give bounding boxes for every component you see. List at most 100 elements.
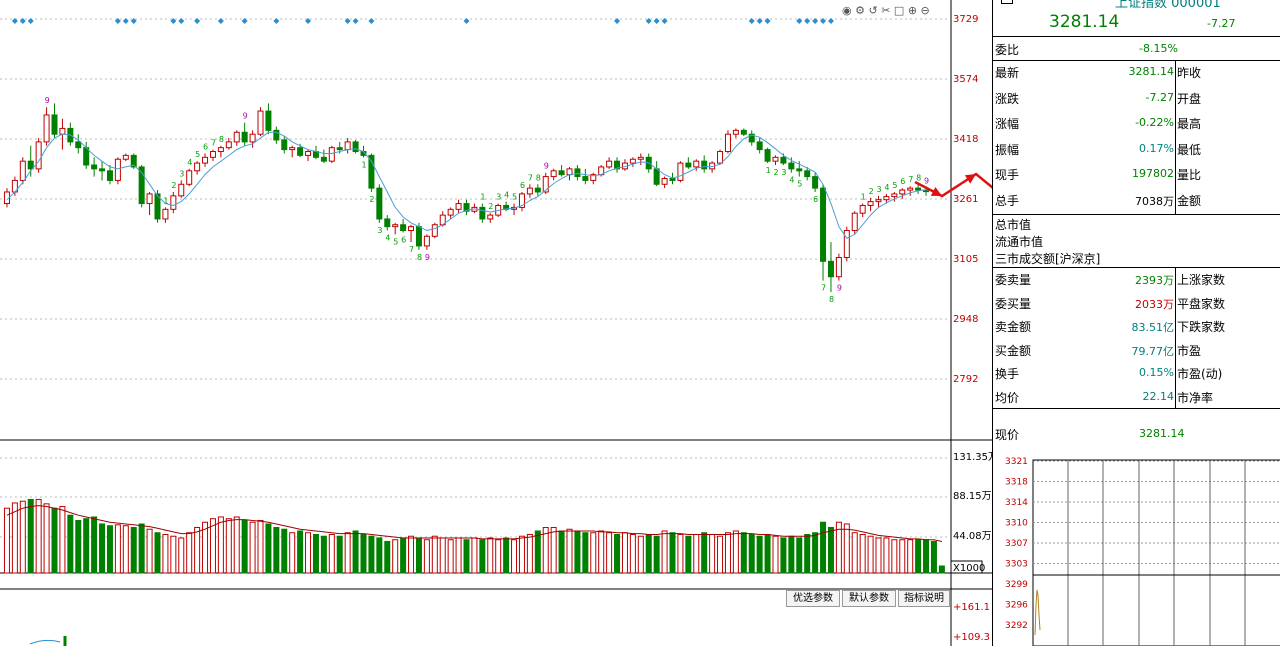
candle-body <box>384 218 391 228</box>
settings-icon[interactable]: ⚙ <box>855 4 865 17</box>
eye-icon[interactable]: ◉ <box>842 4 852 17</box>
volume-bar <box>257 519 264 574</box>
td-count-label: 9 <box>45 96 50 105</box>
quote2-value: 83.51亿 <box>1131 321 1175 334</box>
td-count-label: 3 <box>877 185 882 194</box>
volume-bar <box>265 523 272 574</box>
volume-bar <box>709 533 716 574</box>
quote-value: 197802 <box>1132 167 1174 180</box>
td-count-label: 2 <box>369 195 374 204</box>
volume-bar <box>724 532 731 574</box>
td-count-label: 6 <box>520 181 525 190</box>
candle-body <box>447 208 454 216</box>
mini-tick-label: 3314 <box>1005 498 1028 508</box>
mini-frame <box>1032 459 1280 646</box>
volume-bar <box>566 528 573 574</box>
td-count-label: 1 <box>362 160 367 169</box>
quote-label-right: 昨收 <box>1177 66 1202 80</box>
td-count-label: 3 <box>377 226 382 235</box>
quote2-label: 均价 <box>995 390 1020 405</box>
candle-body <box>122 154 129 160</box>
volume-bar <box>614 533 621 574</box>
volume-bar <box>479 539 486 574</box>
quote-label-right: 开盘 <box>1177 91 1202 106</box>
candle-body <box>629 158 636 164</box>
td-count-label: 5 <box>195 150 200 159</box>
candle-body <box>415 226 422 247</box>
quote-row: 涨跌 -7.27 开盘 <box>993 87 1280 110</box>
quote2-value: 2393万 <box>1135 274 1174 287</box>
volume-bar <box>669 532 676 574</box>
td-count-label: 7 <box>211 139 216 148</box>
quote2-value: 22.14 <box>1142 389 1175 403</box>
main-chart: 9123456 7 891234 5 678 9123 4 567 89 1 2 34 5678912 3… <box>0 0 992 646</box>
candle-body <box>91 164 98 170</box>
quote-panel: 上证指数 000001 3281.14 -7.27 委比 -8.15% 最新 32… <box>992 0 1280 646</box>
youxuan-button[interactable]: 优选参数 <box>786 590 840 607</box>
candle-body <box>677 162 684 181</box>
signal-diamond <box>653 18 660 24</box>
signal-diamond <box>122 18 129 24</box>
quote2-label: 买金额 <box>995 343 1032 358</box>
quote-value: -0.22% <box>1135 116 1174 129</box>
lock-icon[interactable]: □ <box>894 4 904 17</box>
header-box <box>1001 0 1013 4</box>
quote2-row: 委买量 2033万 平盘家数 <box>993 292 1280 315</box>
volume-bar <box>106 525 113 574</box>
volume-bar <box>439 537 446 574</box>
candle-body <box>891 193 898 198</box>
candle-body <box>582 176 589 181</box>
zhibiao-button[interactable]: 指标说明 <box>898 590 950 607</box>
td-count-label: 7 <box>409 245 414 254</box>
volume-bar <box>915 539 922 574</box>
td-count-label: 5 <box>892 181 897 190</box>
quote2-label: 委卖量 <box>995 273 1032 287</box>
td-count-label: 3 <box>179 169 184 178</box>
quote-row: 现手 197802 量比 <box>993 163 1280 186</box>
candle-body <box>788 162 795 170</box>
candle-body <box>320 156 327 162</box>
td-count-label: 7 <box>821 284 826 293</box>
td-count-label: 2 <box>869 187 874 196</box>
zoom-in-icon[interactable]: ⊕ <box>908 4 917 17</box>
volume-bar <box>43 503 50 574</box>
candle-body <box>637 156 644 160</box>
volume-bar <box>423 539 430 574</box>
quote2-row: 均价 22.14 市净率 <box>993 386 1280 409</box>
quote2-label-right: 市盈(动) <box>1177 367 1223 381</box>
volume-bar <box>360 533 367 574</box>
volume-bar <box>138 523 145 574</box>
candle-body <box>487 214 494 220</box>
td-count-label: 1 <box>766 166 771 175</box>
volume-bar <box>748 533 755 574</box>
quote2-label-right: 上涨家数 <box>1177 273 1226 287</box>
volume-bar <box>320 535 327 574</box>
volume-bar <box>273 526 280 574</box>
volume-bar <box>796 537 803 574</box>
td-count-label: 4 <box>884 183 889 192</box>
signal-diamond <box>27 18 34 24</box>
volume-bar <box>194 526 201 574</box>
candle-body <box>851 212 858 232</box>
signal-diamond <box>217 18 224 24</box>
td-count-label: 9 <box>837 284 842 293</box>
candle-body <box>423 235 430 247</box>
candle-body <box>106 170 113 181</box>
signal-diamond <box>178 18 185 24</box>
candle-body <box>859 204 866 214</box>
volume-tick-label: 88.15万 <box>953 491 992 502</box>
volume-bar <box>312 533 319 574</box>
volume-bar <box>35 498 42 574</box>
candle-body <box>83 147 90 166</box>
quote-label-right: 最高 <box>1177 117 1202 131</box>
zoom-out-icon[interactable]: ⊖ <box>921 4 930 17</box>
quote-label: 总手 <box>995 193 1020 208</box>
candle-body <box>915 187 922 191</box>
moren-button[interactable]: 默认参数 <box>842 590 896 607</box>
xianjia-value: 3281.14 <box>1139 427 1185 440</box>
undo-icon[interactable]: ↺ <box>868 4 877 17</box>
candle-body <box>170 195 177 210</box>
scissors-icon[interactable]: ✂ <box>881 4 890 17</box>
candle-body <box>764 149 771 162</box>
mini-tick-label: 3296 <box>1005 601 1028 611</box>
